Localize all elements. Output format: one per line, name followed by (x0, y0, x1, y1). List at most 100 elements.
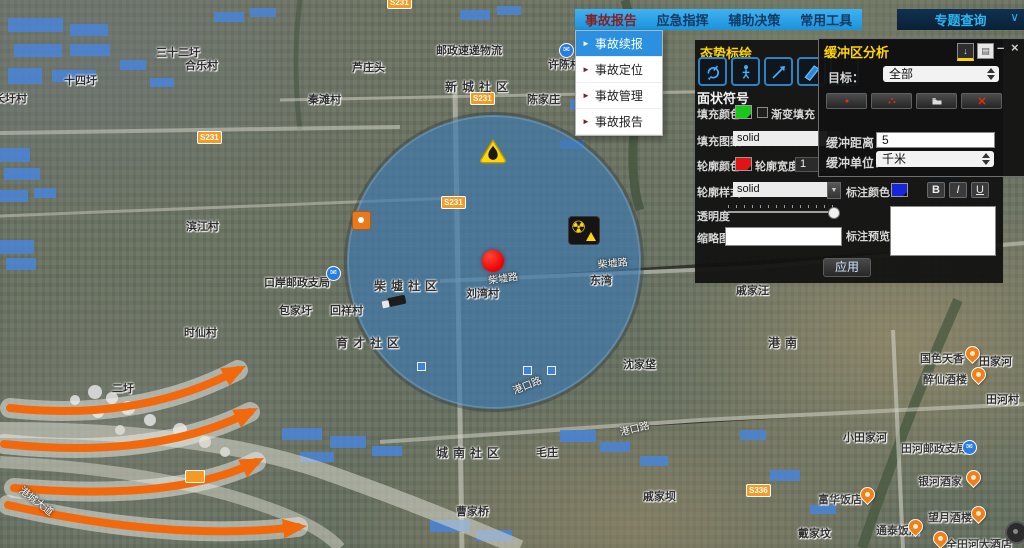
close-button[interactable]: × (1011, 40, 1019, 55)
warning-triangle-icon (586, 232, 596, 241)
dropdown-item[interactable]: ► 事故管理 (576, 83, 662, 109)
dropdown-item-label: 事故报告 (595, 113, 643, 130)
map-label: 东湾 (590, 272, 612, 288)
post-office-marker[interactable] (559, 43, 574, 58)
fire-warning-icon[interactable] (479, 138, 507, 169)
plot-tool-button[interactable] (731, 57, 760, 86)
outline-style-select[interactable]: solid (733, 182, 830, 197)
dropdown-item[interactable]: ► 事故续报 (576, 31, 662, 57)
apply-button[interactable]: 应用 (823, 258, 871, 277)
collect-icon[interactable]: ↓ (957, 43, 974, 61)
map-label: 回祥村 (330, 302, 363, 318)
menu-item[interactable]: 常用工具 (790, 10, 862, 29)
label-color-swatch[interactable] (891, 183, 908, 197)
buffer-action-button[interactable] (916, 93, 957, 109)
opacity-label: 透明度 (697, 208, 730, 224)
map-label: 陈家庄 (527, 91, 560, 107)
top-menu-bar: 事故报告应急指挥辅助决策常用工具 (575, 9, 862, 30)
submenu-arrow-icon: ► (582, 91, 590, 100)
opacity-slider-thumb[interactable] (828, 207, 840, 219)
special-query-label: 专题查询 (897, 10, 1024, 29)
map-label: 戴家坟 (798, 525, 831, 541)
map-label: 包家圩 (279, 302, 312, 318)
clipboard-icon[interactable]: ▤ (977, 43, 994, 59)
label-preview-label: 标注预览 (846, 228, 890, 244)
thumbnail-input[interactable] (725, 227, 842, 246)
minimize-button[interactable]: – (997, 40, 1004, 55)
buffer-panel-title: 缓冲区分析 (824, 42, 889, 61)
buffer-unit-value: 千米 (882, 152, 906, 166)
map-label: 戚家坝 (643, 488, 676, 504)
map-label: 时仙村 (184, 324, 217, 340)
map-label: 全田河大酒店 (946, 536, 1012, 548)
plot-tool-button[interactable] (764, 57, 793, 86)
dropdown-item-label: 事故续报 (595, 35, 643, 52)
stepper-icon (987, 68, 995, 80)
dropdown-item-label: 事故管理 (595, 87, 643, 104)
italic-button[interactable]: I (949, 182, 967, 198)
map-label: 田家河 (979, 353, 1012, 369)
map-label: 刘湾村 (466, 285, 499, 301)
incident-report-dropdown: ► 事故续报 ► 事故定位 ► 事故管理 ► 事故报告 (575, 30, 663, 136)
map-label: 城南社区 (436, 444, 504, 461)
underline-button[interactable]: U (971, 182, 989, 198)
outline-width-label: 轮廓宽度 (755, 158, 799, 174)
map-label: 田河邮政支局 (901, 440, 967, 456)
app-window: 三十二圩合乐村十四圩长圩村芦庄头邮政速递物流新城社区许陈村秦滩村陈家庄滨江村口岸… (0, 0, 1024, 548)
opacity-slider[interactable] (728, 211, 834, 213)
buffer-unit-select[interactable]: 千米 (876, 151, 994, 167)
incident-point-marker[interactable] (482, 250, 504, 272)
road-badge: S231 (197, 131, 222, 144)
map-label: 合乐村 (185, 57, 218, 73)
map-label: 港南 (768, 334, 802, 351)
map-label: 望月酒楼 (928, 509, 972, 525)
buffer-action-button[interactable] (961, 93, 1002, 109)
label-preview-box (890, 206, 996, 256)
map-label: 沈家垡 (623, 356, 656, 372)
outline-color-swatch[interactable] (735, 157, 752, 171)
map-label: 曹家桥 (456, 503, 489, 519)
map-control-button[interactable] (1005, 521, 1024, 544)
map-label: 富华饭店 (818, 491, 862, 507)
dropdown-item[interactable]: ► 事故定位 (576, 57, 662, 83)
gradient-fill-label: 渐变填充 (771, 106, 815, 122)
road-badge: S231 (441, 196, 466, 209)
map-label: 芦庄头 (352, 59, 385, 75)
fill-color-swatch[interactable] (735, 105, 752, 119)
map-label: 滨江村 (186, 218, 219, 234)
buffer-distance-input[interactable] (876, 132, 995, 148)
map-label: 田河村 (986, 391, 1019, 407)
menu-item[interactable]: 应急指挥 (647, 10, 719, 29)
poi-dot[interactable] (547, 366, 556, 375)
map-label: 醉仙酒楼 (923, 371, 967, 387)
road-badge: S231 (470, 92, 495, 105)
plot-tool-button[interactable] (698, 57, 727, 86)
map-label: 秦滩村 (308, 91, 341, 107)
fill-pattern-select[interactable]: solid (733, 131, 830, 146)
poi-dot[interactable] (523, 366, 532, 375)
menu-item[interactable]: 辅助决策 (719, 10, 791, 29)
poi-dot[interactable] (417, 362, 426, 371)
label-color-label: 标注颜色 (846, 184, 890, 200)
bold-button[interactable]: B (927, 182, 945, 198)
road-badge: S336 (746, 484, 771, 497)
buffer-analysis-panel: 缓冲区分析 ↓ ▤ – × 目标： 全部 缓冲距离： 缓冲单位： 千米 (818, 38, 1024, 177)
target-label: 目标： (828, 69, 864, 86)
buffer-action-buttons (826, 93, 1002, 109)
gradient-fill-checkbox[interactable] (757, 107, 768, 118)
map-label: 育才社区 (336, 334, 404, 351)
road-badge (185, 470, 205, 483)
outline-style-dropdown-arrow[interactable]: ▼ (827, 182, 841, 199)
special-query-menu[interactable]: 专题查询 ∨ (897, 9, 1024, 30)
buffer-action-button[interactable] (826, 93, 867, 109)
buffer-action-button[interactable] (871, 93, 912, 109)
hazard-site-icon[interactable] (352, 211, 371, 230)
opacity-slider-ticks (728, 205, 834, 208)
dropdown-item[interactable]: ► 事故报告 (576, 109, 662, 135)
map-label: 小田家河 (843, 429, 887, 445)
post-office-marker[interactable] (962, 440, 977, 455)
post-office-marker[interactable] (326, 266, 341, 281)
target-select[interactable]: 全部 (883, 66, 999, 82)
menu-item[interactable]: 事故报告 (575, 10, 647, 29)
radiation-hazard-icon[interactable]: ☢ (568, 216, 600, 245)
